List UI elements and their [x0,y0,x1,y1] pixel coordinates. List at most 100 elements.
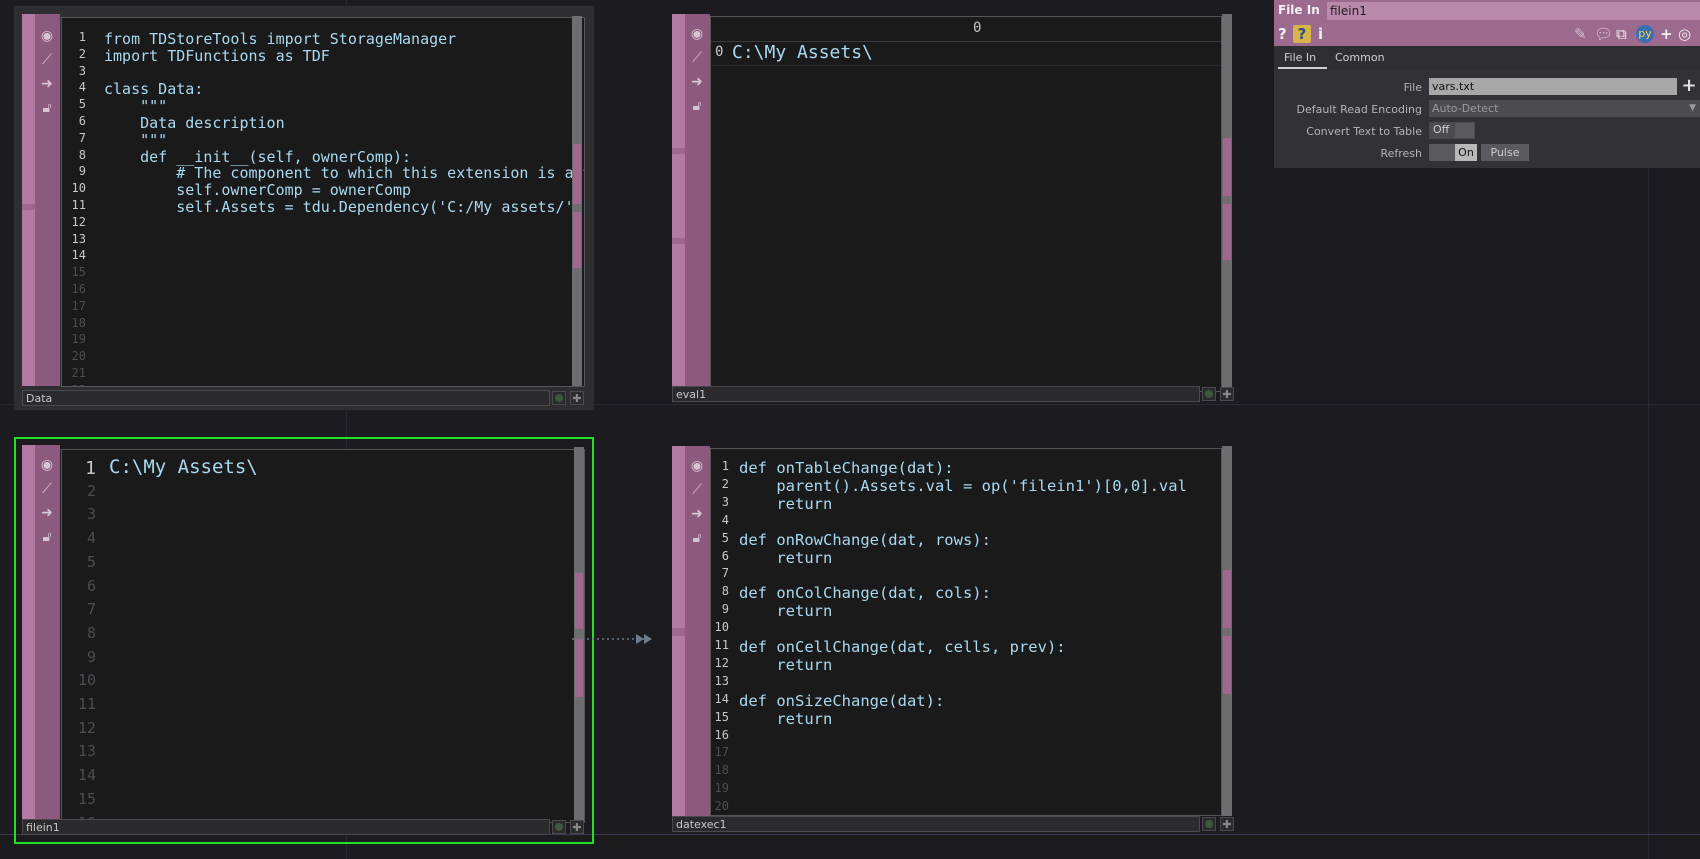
add-file-icon[interactable]: + [1680,76,1698,96]
node-name-label[interactable]: Data [22,390,550,406]
chevron-down-icon: ▼ [1689,103,1696,113]
node-filein1[interactable]: ◉ ⟋ ➜ 🔓︎ 123456789101112131415161718 C:\… [14,437,594,844]
cook-icon[interactable]: ⟋ [37,50,57,70]
tab-common[interactable]: Common [1335,51,1385,64]
line-number: 9 [721,602,729,617]
refresh-toggle[interactable]: On [1429,144,1477,161]
display-icon[interactable]: ➜ [37,74,57,94]
node-eval1-sidebar: ◉ ⟋ ➜ 🔓︎ [672,14,710,390]
help-icon[interactable]: ? [1278,25,1287,43]
line-number: 6 [78,114,86,128]
line-number: 11 [77,695,96,713]
bypass-toggle[interactable] [1202,387,1216,401]
cook-icon[interactable]: ⟋ [687,48,707,68]
add-icon[interactable]: + [1660,25,1673,43]
file-field[interactable]: vars.txt [1429,78,1677,95]
scrollbar[interactable] [1222,446,1232,816]
python-help-icon[interactable]: ? [1293,25,1311,43]
display-icon[interactable]: ➜ [37,503,57,523]
table-viewer[interactable]: 0 0 C:\My Assets\ [710,16,1222,392]
viewer-active-icon[interactable]: ◉ [687,24,707,44]
connection-wire[interactable] [572,632,672,646]
panel-tabs: File In Common [1274,46,1700,70]
display-icon[interactable]: ➜ [687,72,707,92]
line-number: 4 [721,512,729,527]
bypass-toggle[interactable] [552,820,566,834]
encoding-value: Auto-Detect [1432,102,1499,115]
line-number: 5 [86,552,96,571]
display-icon[interactable]: ➜ [687,504,707,524]
code-line: def onTableChange(dat): [739,459,954,477]
line-number: 11 [714,638,729,652]
node-datexec1[interactable]: ◉ ⟋ ➜ 🔓︎ 1 2 3 4 5 6 7 8 9 10 11 12 13 14 15 16 17 18 19 20… [670,444,1236,838]
bypass-toggle[interactable] [552,391,566,405]
python-icon[interactable]: py [1636,25,1654,43]
line-number-gutter: 123456789101112131415161718 [62,450,100,822]
line-number: 5 [721,530,729,545]
expand-icon[interactable]: ✚ [570,391,584,405]
code-line: def onSizeChange(dat): [739,691,945,710]
tab-file-in[interactable]: File In [1284,51,1316,64]
viewer-active-icon[interactable]: ◉ [687,456,707,476]
line-number: 2 [86,481,96,500]
line-number: 22 [72,383,86,386]
target-icon[interactable]: ◎ [1678,25,1691,43]
encoding-dropdown[interactable]: Auto-Detect ▼ [1429,100,1700,117]
line-number: 3 [721,494,729,509]
code-editor[interactable]: 12345678910111213141516171819202122 def … [710,448,1222,816]
code-line: return [739,602,833,621]
clone-icon[interactable]: ⧉ [1616,25,1627,43]
line-number: 20 [714,799,729,814]
line-number: 6 [721,548,729,563]
viewer-active-icon[interactable]: ◉ [37,455,57,475]
line-number: 19 [71,332,86,347]
info-icon[interactable]: i [1318,25,1323,43]
text-content: C:\My Assets\ [109,456,258,478]
row-index-label: 0 [715,44,724,60]
cook-icon[interactable]: ⟋ [37,479,57,499]
expand-icon[interactable]: ✚ [1220,817,1234,831]
code-line: def onCellChange(dat, cells, prev): [739,638,1066,656]
node-data-sidebar: ◉ ⟋ ➜ 🔓︎ [22,14,60,386]
line-number: 15 [71,265,86,280]
op-type-label: File In [1278,3,1320,17]
lock-icon[interactable]: 🔓︎ [37,98,57,118]
lock-icon[interactable]: 🔓︎ [687,528,707,548]
active-tab-indicator [1278,67,1327,69]
comment-icon[interactable]: 💬︎ [1594,25,1613,43]
line-number: 9 [86,647,96,666]
op-name-field[interactable]: filein1 [1327,2,1700,20]
expand-icon[interactable]: ✚ [570,820,584,834]
line-number: 17 [71,298,86,313]
node-data[interactable]: ◉ ⟋ ➜ 🔓︎ 1 2 3 4 5 6 7 8 9 10 11 12 13 14 15 16 17 18 19 20… [14,6,594,410]
cook-icon[interactable]: ⟋ [687,480,707,500]
refresh-toggle-label: On [1455,144,1477,161]
lock-icon[interactable]: 🔓︎ [37,527,57,547]
node-name-label[interactable]: eval1 [672,386,1200,402]
expand-icon[interactable]: ✚ [1220,387,1234,401]
node-eval1[interactable]: ◉ ⟋ ➜ 🔓︎ 0 0 C:\My Assets\ eval1 ✚ [670,12,1236,406]
code-editor[interactable]: 123456789101112131415161718192021222324 … [61,17,585,387]
node-name-label[interactable]: filein1 [22,819,550,835]
line-number: 12 [77,718,96,737]
code-line: """ [104,130,168,149]
line-number: 11 [71,198,86,212]
line-number: 10 [71,181,86,196]
line-number: 15 [714,709,729,724]
scrollbar[interactable] [1222,14,1232,392]
text-viewer[interactable]: 123456789101112131415161718 C:\My Assets… [61,449,585,823]
code-line: def onColChange(dat, cols): [739,584,991,603]
viewer-active-icon[interactable]: ◉ [37,26,57,46]
node-name-label[interactable]: datexec1 [672,816,1200,832]
code-line: return [739,709,833,728]
edit-icon[interactable]: ✎ [1574,25,1587,43]
lock-icon[interactable]: 🔓︎ [687,96,707,116]
code-line: from TDStoreTools import StorageManager [104,30,457,48]
convert-toggle[interactable]: Off [1429,122,1475,139]
scrollbar[interactable] [572,16,582,386]
bypass-toggle[interactable] [1202,817,1216,831]
line-number: 17 [714,745,729,760]
pulse-button[interactable]: Pulse [1481,144,1529,161]
line-number: 18 [714,763,729,778]
line-number: 13 [77,742,96,761]
